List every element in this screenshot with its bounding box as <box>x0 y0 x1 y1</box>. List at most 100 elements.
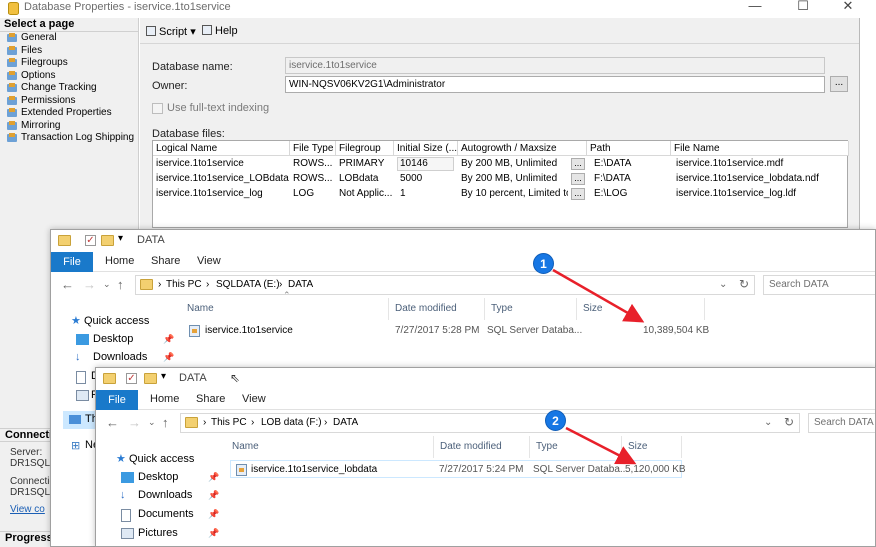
cell-logical-name[interactable]: iservice.1to1service_LOBdata <box>153 172 290 186</box>
view-connection-properties-link[interactable]: View co <box>10 504 45 515</box>
col-file-name[interactable]: File Name <box>671 141 849 156</box>
col-size[interactable]: Size <box>577 298 705 320</box>
col-initial-size[interactable]: Initial Size (... <box>394 141 458 156</box>
maximize-button[interactable]: ☐ <box>788 0 818 14</box>
back-arrow-icon[interactable]: ← <box>61 277 74 292</box>
page-mirroring[interactable]: Mirroring <box>0 120 138 133</box>
search-input[interactable]: Search DATA <box>763 275 875 295</box>
owner-browse-button[interactable]: ... <box>830 76 848 92</box>
address-dropdown-icon[interactable]: ⌄ <box>719 279 727 290</box>
properties-check-icon[interactable]: ✓ <box>126 373 137 384</box>
up-arrow-icon[interactable]: ↑ <box>117 277 124 292</box>
cell-path[interactable]: F:\DATA <box>591 172 671 186</box>
page-general[interactable]: General <box>0 32 138 45</box>
autogrowth-edit-button[interactable]: ... <box>571 158 585 170</box>
tab-home[interactable]: Home <box>105 255 134 267</box>
nav-desktop[interactable]: Desktop <box>138 471 178 483</box>
col-path[interactable]: Path <box>587 141 671 156</box>
nav-quick-access[interactable]: ★ Quick access <box>116 452 194 465</box>
page-permissions[interactable]: Permissions <box>0 95 138 108</box>
refresh-icon[interactable]: ↻ <box>784 415 794 429</box>
col-file-type[interactable]: File Type <box>290 141 336 156</box>
help-button[interactable]: Help <box>202 25 238 37</box>
forward-arrow-icon[interactable]: → <box>128 415 141 430</box>
col-type[interactable]: Type <box>530 436 622 458</box>
cell-initial-size[interactable]: 10146 <box>397 157 454 171</box>
quick-access-toolbar-dropdown-icon[interactable]: ▾ <box>161 371 166 382</box>
recent-locations-chevron-icon[interactable]: ⌄ <box>148 417 156 428</box>
cell-filegroup[interactable]: LOBdata <box>336 172 394 186</box>
owner-field[interactable]: WIN-NQSV06KV2G1\Administrator <box>285 76 825 93</box>
cell-file-name[interactable]: iservice.1to1service_lobdata.ndf <box>673 172 849 186</box>
nav-documents[interactable]: Documents <box>138 508 194 520</box>
pin-icon[interactable]: 📌 <box>208 528 219 539</box>
col-date-modified[interactable]: Date modified <box>434 436 530 458</box>
tab-share[interactable]: Share <box>196 393 225 405</box>
page-options[interactable]: Options <box>0 70 138 83</box>
new-folder-icon[interactable] <box>144 373 157 384</box>
page-extended-properties[interactable]: Extended Properties <box>0 107 138 120</box>
crumb-drive[interactable]: SQLDATA (E:) <box>216 276 280 294</box>
nav-desktop[interactable]: Desktop <box>93 333 133 345</box>
pin-icon[interactable]: 📌 <box>163 334 174 345</box>
new-folder-icon[interactable] <box>101 235 114 246</box>
close-button[interactable]: ✕ <box>833 0 863 14</box>
nav-quick-access[interactable]: ★ Quick access <box>71 314 149 327</box>
nav-downloads[interactable]: Downloads <box>138 489 192 501</box>
autogrowth-edit-button[interactable]: ... <box>571 173 585 185</box>
col-date-modified[interactable]: Date modified <box>389 298 485 320</box>
quick-access-toolbar-dropdown-icon[interactable]: ▾ <box>118 233 123 244</box>
file-row-ndf[interactable]: iservice.1to1service_lobdata 7/27/2017 5… <box>230 460 686 478</box>
pin-icon[interactable]: 📌 <box>163 352 174 363</box>
crumb-drive[interactable]: LOB data (F:) <box>261 414 322 432</box>
cell-initial-size[interactable]: 1 <box>397 187 454 201</box>
address-bar[interactable]: › This PC › SQLDATA (E:) › DATA <box>135 275 755 295</box>
page-filegroups[interactable]: Filegroups <box>0 57 138 70</box>
tab-share[interactable]: Share <box>151 255 180 267</box>
fulltext-checkbox[interactable] <box>152 103 163 114</box>
autogrowth-edit-button[interactable]: ... <box>571 188 585 200</box>
recent-locations-chevron-icon[interactable]: ⌄ <box>103 279 111 290</box>
cell-logical-name[interactable]: iservice.1to1service <box>153 157 290 171</box>
up-arrow-icon[interactable]: ↑ <box>162 415 169 430</box>
col-name[interactable]: Name <box>181 298 389 320</box>
properties-check-icon[interactable]: ✓ <box>85 235 96 246</box>
address-bar[interactable]: › This PC › LOB data (F:) › DATA <box>180 413 800 433</box>
col-filegroup[interactable]: Filegroup <box>336 141 394 156</box>
script-button[interactable]: Script ▾ <box>146 25 196 38</box>
cell-initial-size[interactable]: 5000 <box>397 172 454 186</box>
cell-file-name[interactable]: iservice.1to1service_log.ldf <box>673 187 849 201</box>
cell-file-name[interactable]: iservice.1to1service.mdf <box>673 157 849 171</box>
tab-view[interactable]: View <box>242 393 266 405</box>
refresh-icon[interactable]: ↻ <box>739 277 749 291</box>
tab-view[interactable]: View <box>197 255 221 267</box>
col-name[interactable]: Name <box>226 436 434 458</box>
col-logical-name[interactable]: Logical Name <box>153 141 290 156</box>
cell-filegroup[interactable]: Not Applic... <box>336 187 394 201</box>
nav-downloads[interactable]: Downloads <box>93 351 147 363</box>
pin-icon[interactable]: 📌 <box>208 490 219 501</box>
col-type[interactable]: Type <box>485 298 577 320</box>
col-autogrowth[interactable]: Autogrowth / Maxsize <box>458 141 587 156</box>
tab-home[interactable]: Home <box>150 393 179 405</box>
nav-this-pc-highlight[interactable]: Thi <box>63 411 100 429</box>
col-size[interactable]: Size <box>622 436 682 458</box>
page-change-tracking[interactable]: Change Tracking <box>0 82 138 95</box>
cell-logical-name[interactable]: iservice.1to1service_log <box>153 187 290 201</box>
pin-icon[interactable]: 📌 <box>208 509 219 520</box>
cell-filegroup[interactable]: PRIMARY <box>336 157 394 171</box>
crumb-data[interactable]: DATA <box>288 276 313 294</box>
cell-path[interactable]: E:\LOG <box>591 187 671 201</box>
tab-file[interactable]: File <box>51 252 93 272</box>
nav-pictures[interactable]: Pictures <box>138 527 178 539</box>
crumb-this-pc[interactable]: This PC <box>166 276 202 294</box>
page-transaction-log-shipping[interactable]: Transaction Log Shipping <box>0 132 138 145</box>
file-row-mdf[interactable]: iservice.1to1service 7/27/2017 5:28 PM S… <box>183 322 709 340</box>
address-dropdown-icon[interactable]: ⌄ <box>764 417 772 428</box>
pin-icon[interactable]: 📌 <box>208 472 219 483</box>
page-files[interactable]: Files <box>0 45 138 58</box>
back-arrow-icon[interactable]: ← <box>106 415 119 430</box>
crumb-this-pc[interactable]: This PC <box>211 414 247 432</box>
search-input[interactable]: Search DATA <box>808 413 875 433</box>
crumb-data[interactable]: DATA <box>333 414 358 432</box>
